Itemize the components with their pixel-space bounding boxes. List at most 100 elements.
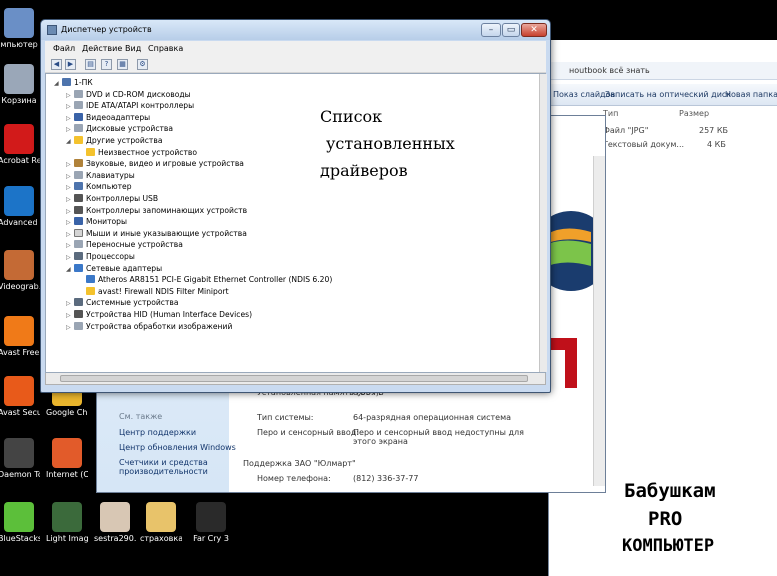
tree-node[interactable]: ▷ Системные устройства — [66, 297, 179, 309]
action-center-link[interactable]: Центр поддержки — [119, 428, 196, 438]
system-type-value: 64-разрядная операционная система — [353, 413, 512, 422]
help-icon[interactable]: ? — [101, 59, 112, 70]
back-arrow-icon[interactable]: ◀ — [51, 59, 62, 70]
tree-node[interactable]: ▷ Мыши и иные указывающие устройства — [66, 228, 247, 240]
tree-node[interactable]: ◢ Другие устройства — [66, 135, 162, 147]
desktop-icon[interactable]: Acrobat Reader DC — [0, 124, 40, 165]
app-icon — [196, 502, 226, 532]
app-icon — [4, 316, 34, 346]
tree-node[interactable]: Неизвестное устройство — [78, 147, 197, 159]
menu-view[interactable]: Вид — [125, 44, 141, 53]
app-icon — [146, 502, 176, 532]
tree-vertical-scrollbar[interactable] — [539, 74, 547, 372]
menu-action[interactable]: Действие — [82, 44, 122, 53]
desktop-icon-label: Advanced SystemCa... — [0, 218, 40, 227]
tree-node[interactable]: Atheros AR8151 PCI-E Gigabit Ethernet Co… — [78, 274, 332, 286]
tree-node[interactable]: ◢ 1-ПК — [54, 77, 93, 89]
desktop-icon[interactable]: Internet (Chromodo) — [46, 438, 88, 479]
icon-toolbar: ◀ ▶ ▤ ? ▦ ⚙ — [45, 56, 546, 73]
desktop-icon[interactable]: Videograb... — [0, 250, 40, 291]
tree-node-label: DVD и CD-ROM дисководы — [86, 89, 191, 99]
desktop-icon-label: Videograb... — [0, 282, 40, 291]
device-icon — [74, 228, 83, 237]
tree-node-label: Дисковые устройства — [86, 124, 174, 134]
scroll-thumb[interactable] — [60, 375, 528, 382]
column-size[interactable]: Размер — [679, 109, 709, 118]
desktop-icon[interactable]: Advanced SystemCa... — [0, 186, 40, 227]
desktop: мпьютер Корзина Acrobat Reader DC Advanced … — [0, 0, 777, 576]
desktop-icon[interactable]: Far Cry 3 — [190, 502, 232, 543]
desktop-icon[interactable]: sestra290.jpg — [94, 502, 136, 543]
tree-node[interactable]: ▷ Контроллеры запоминающих устройств — [66, 205, 247, 217]
explorer-breadcrumb[interactable]: ноutbook всё знать — [549, 62, 777, 80]
tree-node[interactable]: ▷ Компьютер — [66, 181, 132, 193]
new-folder-button[interactable]: Новая папка — [725, 90, 777, 99]
maximize-button[interactable]: ▭ — [502, 23, 520, 37]
desktop-icon-label: Far Cry 3 — [193, 534, 229, 543]
tree-node[interactable]: ▷ Переносные устройства — [66, 239, 183, 251]
desktop-icon[interactable]: Корзина — [0, 64, 40, 105]
tree-node-label: Звуковые, видео и игровые устройства — [86, 159, 244, 169]
app-icon — [4, 438, 34, 468]
tree-node[interactable]: ▷ Процессоры — [66, 251, 135, 263]
tree-node[interactable]: avast! Firewall NDIS Filter Miniport — [78, 286, 229, 298]
tree-node[interactable]: ▷ Видеоадаптеры — [66, 112, 150, 124]
forward-arrow-icon[interactable]: ▶ — [65, 59, 76, 70]
app-icon — [4, 64, 34, 94]
tree-node[interactable]: ◢ Сетевые адаптеры — [66, 263, 162, 275]
sysprops-scrollbar[interactable] — [593, 156, 605, 486]
file-size: 257 КБ — [699, 126, 728, 135]
scan-hardware-icon[interactable]: ⚙ — [137, 59, 148, 70]
tree-node[interactable]: ▷ Контроллеры USB — [66, 193, 158, 205]
device-icon — [74, 310, 83, 318]
watermark-line: Бабушкам — [624, 480, 716, 502]
tree-node[interactable]: ▷ DVD и CD-ROM дисководы — [66, 89, 191, 101]
tree-node[interactable]: ▷ Дисковые устройства — [66, 123, 173, 135]
desktop-icon[interactable]: Avast Secure Browser — [0, 376, 40, 417]
desktop-icon-label: Корзина — [1, 96, 37, 105]
desktop-icon-label: страховка — [140, 534, 182, 543]
desktop-icon[interactable]: Light Image Resizer 5 — [46, 502, 88, 543]
tree-horizontal-scrollbar[interactable] — [45, 373, 546, 385]
view-icon[interactable]: ▦ — [117, 59, 128, 70]
phone-label: Номер телефона: — [257, 474, 331, 483]
desktop-icon-label: Avast Secure Browser — [0, 408, 40, 417]
app-icon — [4, 124, 34, 154]
caption-overlay: Список установленных драйверов — [320, 103, 455, 184]
menu-bar: Файл Действие Вид Справка — [45, 41, 546, 56]
app-icon — [4, 250, 34, 280]
expand-arrow-icon[interactable]: ◢ — [54, 78, 62, 90]
minimize-button[interactable]: – — [481, 23, 501, 37]
tree-node[interactable]: ▷ IDE ATA/ATAPI контроллеры — [66, 100, 194, 112]
see-also-heading: См. также — [119, 412, 163, 421]
device-icon — [74, 298, 83, 307]
app-icon — [4, 186, 34, 216]
tree-node[interactable]: ▷ Устройства HID (Human Interface Devices… — [66, 309, 252, 321]
tree-node[interactable]: ▷ Мониторы — [66, 216, 127, 228]
burn-button[interactable]: Записать на оптический диск — [605, 90, 731, 99]
desktop-icon[interactable]: страховка — [140, 502, 182, 543]
device-icon — [74, 205, 83, 214]
device-manager-titlebar[interactable]: Диспетчер устройств – ▭ ✕ — [41, 20, 550, 40]
performance-link-cont[interactable]: производительности — [119, 467, 208, 477]
windows-update-link[interactable]: Центр обновления Windows — [119, 443, 236, 453]
desktop-icon[interactable]: мпьютер — [0, 8, 40, 49]
menu-help[interactable]: Справка — [148, 44, 183, 53]
close-button[interactable]: ✕ — [521, 23, 547, 37]
tree-node[interactable]: ▷ Клавиатуры — [66, 170, 135, 182]
watermark: Бабушкам PRO КОМПЬЮТЕР — [620, 476, 770, 566]
expand-arrow-icon[interactable]: ▷ — [66, 322, 74, 334]
tree-node-label: Неизвестное устройство — [98, 147, 198, 157]
expand-arrow-icon[interactable]: ◢ — [66, 264, 74, 276]
tree-node[interactable]: ▷ Устройства обработки изображений — [66, 321, 232, 333]
tree-node[interactable]: ▷ Звуковые, видео и игровые устройства — [66, 158, 244, 170]
properties-icon[interactable]: ▤ — [85, 59, 96, 70]
device-icon — [86, 147, 95, 156]
desktop-icon[interactable]: Avast Free Antivirus — [0, 316, 40, 357]
menu-file[interactable]: Файл — [53, 44, 75, 53]
tree-node-label: Мониторы — [86, 217, 127, 227]
desktop-icon[interactable]: Daemon Tools 2.7 64 bits — [0, 438, 40, 479]
desktop-icon[interactable]: BlueStacks — [0, 502, 40, 543]
desktop-icon-label: Internet (Chromodo) — [46, 470, 88, 479]
expand-arrow-icon[interactable]: ◢ — [66, 136, 74, 148]
